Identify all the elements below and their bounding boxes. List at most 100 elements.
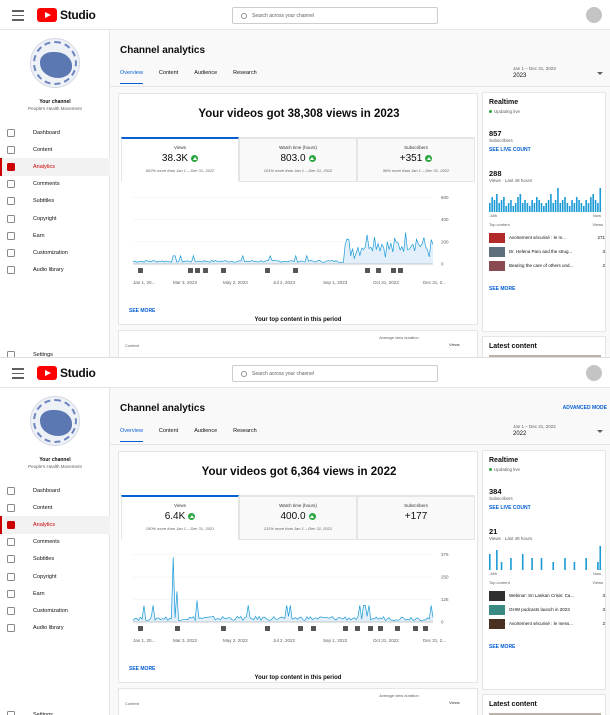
realtime-bar[interactable] <box>528 206 531 212</box>
realtime-bar[interactable] <box>491 197 493 212</box>
tab-content[interactable]: Content <box>159 70 178 84</box>
realtime-bar[interactable] <box>498 203 500 212</box>
tab-overview[interactable]: Overview <box>120 70 143 84</box>
top-content-item[interactable]: Webinar: Sri Lankan Crisis: Ca... 3 <box>489 589 605 602</box>
sidebar-item-settings[interactable]: Settings <box>0 346 110 357</box>
studio-logo[interactable]: Studio <box>37 8 96 22</box>
realtime-bar[interactable] <box>597 203 599 212</box>
sidebar-item-settings[interactable]: Settings <box>0 706 110 715</box>
upload-marker[interactable] <box>188 268 193 273</box>
realtime-bar[interactable] <box>521 554 524 570</box>
series-line[interactable] <box>132 557 434 622</box>
realtime-bar[interactable] <box>531 558 533 570</box>
upload-marker[interactable] <box>195 268 200 273</box>
realtime-bar[interactable] <box>557 188 559 212</box>
realtime-bar[interactable] <box>585 200 587 212</box>
upload-marker[interactable] <box>265 268 270 273</box>
realtime-bar[interactable] <box>585 558 587 570</box>
metric-tab-subscribers[interactable]: Subscribers +177 <box>357 495 475 540</box>
upload-marker[interactable] <box>423 626 428 631</box>
upload-marker[interactable] <box>395 626 400 631</box>
realtime-bar[interactable] <box>561 200 564 212</box>
upload-marker[interactable] <box>221 626 226 631</box>
realtime-bar[interactable] <box>505 206 508 212</box>
sidebar-item-copyright[interactable]: Copyright <box>0 210 110 227</box>
sidebar-item-content[interactable]: Content <box>0 499 110 516</box>
realtime-bar[interactable] <box>552 562 555 570</box>
realtime-bar[interactable] <box>545 203 547 212</box>
top-content-item[interactable]: Bearing the care of others und... 2 <box>489 259 605 272</box>
realtime-bar[interactable] <box>564 197 566 212</box>
realtime-bar[interactable] <box>573 562 576 570</box>
see-more-link[interactable]: SEE MORE <box>129 308 155 314</box>
realtime-bar[interactable] <box>540 203 543 212</box>
realtime-bar[interactable] <box>521 203 524 212</box>
upload-marker[interactable] <box>293 268 298 273</box>
metric-tab-subscribers[interactable]: Subscribers +351 96% more than Jan 1 – Dec… <box>357 137 475 182</box>
realtime-bar[interactable] <box>594 200 597 212</box>
realtime-bar[interactable] <box>573 203 576 212</box>
account-avatar[interactable] <box>586 7 602 23</box>
studio-logo[interactable]: Studio <box>37 366 96 380</box>
realtime-bar[interactable] <box>552 203 555 212</box>
menu-icon[interactable] <box>12 7 24 23</box>
realtime-bar[interactable] <box>550 194 552 212</box>
sidebar-item-subtitles[interactable]: Subtitles <box>0 193 110 210</box>
sidebar-item-dashboard[interactable]: Dashboard <box>0 482 110 499</box>
realtime-bar[interactable] <box>536 197 538 212</box>
sidebar-item-audio-library[interactable]: Audio library <box>0 262 110 279</box>
realtime-bar[interactable] <box>597 562 599 570</box>
tab-research[interactable]: Research <box>233 428 257 442</box>
top-content-item[interactable]: Avortement sécurisé : le m... 271 <box>489 231 605 244</box>
search-input[interactable]: Search across your channel <box>232 365 438 382</box>
metric-tab-watch-time[interactable]: Watch time (hours) 400.0 211% more than Ja… <box>239 495 357 540</box>
realtime-bar[interactable] <box>592 194 594 212</box>
realtime-bar[interactable] <box>500 562 503 570</box>
realtime-see-more-link[interactable]: SEE MORE <box>489 286 515 292</box>
sidebar-item-analytics[interactable]: Analytics <box>0 158 110 176</box>
upload-marker[interactable] <box>398 268 403 273</box>
menu-icon[interactable] <box>12 365 24 381</box>
sidebar-item-customization[interactable]: Customization <box>0 602 110 619</box>
top-content-item[interactable]: GHW podcasts launch in 2023 3 <box>489 603 605 616</box>
realtime-bar[interactable] <box>571 200 573 212</box>
search-input[interactable]: Search across your channel <box>232 7 438 24</box>
sidebar-item-subtitles[interactable]: Subtitles <box>0 551 110 568</box>
realtime-bar[interactable] <box>489 203 491 212</box>
realtime-bar[interactable] <box>496 194 498 212</box>
top-content-item[interactable]: Dr. Helena Paro and the strug... 3 <box>489 245 605 258</box>
realtime-bar[interactable] <box>489 554 491 570</box>
realtime-bar[interactable] <box>533 203 536 212</box>
realtime-bar[interactable] <box>514 203 517 212</box>
metric-tab-watch-time[interactable]: Watch time (hours) 803.0 101% more than Ja… <box>239 137 357 182</box>
realtime-bar[interactable] <box>524 200 526 212</box>
upload-marker[interactable] <box>175 626 180 631</box>
realtime-bar[interactable] <box>590 197 592 212</box>
realtime-bar[interactable] <box>543 206 545 212</box>
date-range-select[interactable]: Jan 1 – Dec 31, 2023 2023 <box>513 66 606 86</box>
upload-marker[interactable] <box>376 268 381 273</box>
realtime-bar[interactable] <box>493 200 496 212</box>
realtime-bar[interactable] <box>526 203 529 212</box>
see-live-count-link[interactable]: SEE LIVE COUNT <box>489 147 531 153</box>
upload-marker[interactable] <box>265 626 270 631</box>
upload-marker[interactable] <box>368 626 373 631</box>
realtime-bar[interactable] <box>599 188 602 212</box>
sidebar-item-dashboard[interactable]: Dashboard <box>0 124 110 141</box>
realtime-bar[interactable] <box>496 550 498 570</box>
sidebar-item-audio-library[interactable]: Audio library <box>0 620 110 637</box>
upload-marker[interactable] <box>391 268 396 273</box>
realtime-bar[interactable] <box>575 197 578 212</box>
metric-tab-views[interactable]: Views 38.3K 502% more than Jan 1 – Dec 31,… <box>121 137 239 182</box>
upload-marker[interactable] <box>355 626 360 631</box>
realtime-bar[interactable] <box>580 203 583 212</box>
upload-marker[interactable] <box>365 268 370 273</box>
channel-avatar[interactable] <box>30 396 80 446</box>
realtime-bar[interactable] <box>554 200 557 212</box>
realtime-bar[interactable] <box>538 200 540 212</box>
tab-overview[interactable]: Overview <box>120 428 143 442</box>
sidebar-item-copyright[interactable]: Copyright <box>0 568 110 585</box>
upload-marker[interactable] <box>413 626 418 631</box>
realtime-bar[interactable] <box>587 203 590 212</box>
advanced-mode-link[interactable]: ADVANCED MODE <box>563 405 607 411</box>
